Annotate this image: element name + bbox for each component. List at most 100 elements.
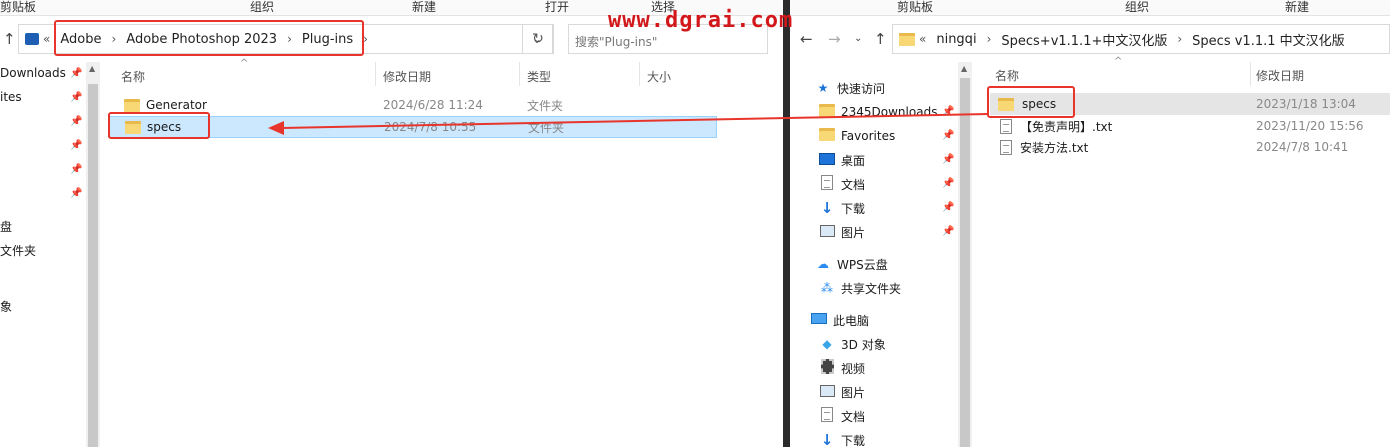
cube-icon: ◆ — [822, 337, 832, 351]
nav-quick-access[interactable]: ★ 快速访问 — [814, 77, 885, 99]
pin-icon[interactable]: 📌 — [942, 154, 954, 165]
annotation-box-address — [54, 20, 364, 56]
scroll-up-icon[interactable]: ▲ — [961, 64, 967, 73]
ribbon-new[interactable]: 新建 — [1285, 0, 1309, 14]
overflow-icon[interactable]: « — [915, 32, 930, 46]
col-size[interactable]: 大小 — [647, 68, 671, 85]
document-icon — [821, 175, 833, 190]
file-name: 安装方法.txt — [1020, 140, 1089, 155]
file-type: 文件夹 — [528, 120, 565, 135]
pin-icon[interactable]: 📌 — [942, 178, 954, 189]
col-name[interactable]: 名称 — [995, 67, 1019, 84]
document-icon — [821, 407, 833, 422]
nav-item-shared[interactable]: 文件夹 — [0, 242, 36, 259]
ribbon-new[interactable]: 新建 — [412, 0, 436, 14]
nav-pc-documents[interactable]: 文档 — [818, 405, 865, 427]
crumb-specs-package[interactable]: Specs+v1.1.1+中文汉化版 — [995, 30, 1173, 49]
ribbon-organize[interactable]: 组织 — [1125, 0, 1149, 14]
chevron-right-icon[interactable]: › — [1173, 32, 1186, 46]
ribbon-clipboard[interactable]: 剪贴板 — [897, 0, 933, 14]
list-item[interactable]: 【免责声明】.txt 2023/11/20 15:56 — [990, 115, 1390, 137]
scrollbar-thumb[interactable] — [88, 84, 98, 447]
pin-icon[interactable]: 📌 — [70, 92, 82, 103]
ribbon-open[interactable]: 打开 — [545, 0, 569, 14]
col-name[interactable]: 名称 — [121, 68, 145, 85]
nav-item-favorites[interactable]: Favorites — [818, 125, 895, 147]
chevron-right-icon[interactable]: › — [983, 32, 996, 46]
nav-item-desktop[interactable]: 桌面 — [818, 149, 865, 171]
file-type: 文件夹 — [527, 98, 564, 113]
history-chevron-icon[interactable]: ⌄ — [854, 33, 862, 44]
nav-this-pc[interactable]: 此电脑 — [810, 309, 869, 331]
pin-icon[interactable]: 📌 — [70, 188, 82, 199]
folder-icon — [899, 32, 915, 46]
scroll-up-icon[interactable]: ▲ — [89, 64, 95, 73]
nav-item-cloud[interactable]: 盘 — [0, 218, 12, 235]
pin-icon[interactable]: 📌 — [70, 68, 82, 79]
pin-icon[interactable]: 📌 — [942, 226, 954, 237]
download-icon: ↓ — [820, 199, 834, 217]
cloud-icon: ☁ — [817, 257, 829, 271]
ribbon-organize[interactable]: 组织 — [250, 0, 274, 14]
file-date: 2024/6/28 11:24 — [383, 98, 483, 112]
back-arrow-icon[interactable]: ← — [800, 30, 813, 48]
col-type[interactable]: 类型 — [527, 68, 551, 85]
nav-item-downloads[interactable]: ↓ 下载 — [818, 197, 865, 219]
nav-item-pictures[interactable]: 图片 — [818, 221, 865, 243]
text-file-icon — [1000, 118, 1012, 134]
nav-scrollbar[interactable]: ▲ — [86, 62, 100, 447]
scrollbar-thumb[interactable] — [960, 78, 970, 447]
nav-videos[interactable]: 视频 — [818, 357, 865, 379]
nav-pc-pictures[interactable]: 图片 — [818, 381, 865, 403]
file-date: 2023/11/20 15:56 — [1256, 119, 1364, 133]
sort-caret-icon: ^ — [240, 58, 249, 69]
pin-icon[interactable]: 📌 — [70, 164, 82, 175]
up-arrow-icon[interactable]: ↑ — [3, 30, 16, 48]
pin-icon[interactable]: 📌 — [70, 116, 82, 127]
up-arrow-icon[interactable]: ↑ — [874, 30, 887, 48]
ribbon-clipboard[interactable]: 剪贴板 — [0, 0, 36, 14]
nav-item-favorites[interactable]: ites — [0, 90, 22, 104]
file-date: 2024/7/8 10:41 — [1256, 140, 1349, 154]
address-bar[interactable]: « ningqi › Specs+v1.1.1+中文汉化版 › Specs v1… — [892, 24, 1390, 54]
file-name: 【免责声明】.txt — [1020, 119, 1113, 134]
col-date[interactable]: 修改日期 — [383, 68, 431, 85]
nav-shared-folder[interactable]: ⁂ 共享文件夹 — [818, 277, 901, 299]
desktop-icon — [819, 152, 835, 165]
address-row: ← → ⌄ ↑ « ningqi › Specs+v1.1.1+中文汉化版 › … — [790, 20, 1390, 58]
nav-pc-downloads[interactable]: ↓ 下载 — [818, 429, 865, 447]
pin-icon[interactable]: 📌 — [942, 106, 954, 117]
location-icon — [25, 33, 39, 45]
right-explorer-window: 剪贴板 组织 新建 ← → ⌄ ↑ « ningqi › Specs+v1.1.… — [790, 0, 1390, 447]
nav-item-2345downloads[interactable]: 2345Downloads — [818, 101, 937, 123]
forward-arrow-icon[interactable]: → — [828, 30, 841, 48]
file-date: 2023/1/18 13:04 — [1256, 97, 1356, 111]
folder-icon — [819, 128, 835, 141]
nav-scrollbar[interactable]: ▲ — [958, 62, 972, 447]
nav-item-objects[interactable]: 象 — [0, 298, 12, 315]
col-date[interactable]: 修改日期 — [1256, 67, 1304, 84]
pin-icon[interactable]: 📌 — [70, 140, 82, 151]
pin-icon[interactable]: 📌 — [942, 202, 954, 213]
nav-item-documents[interactable]: 文档 — [818, 173, 865, 195]
window-divider — [783, 0, 790, 447]
left-explorer-window: 剪贴板 组织 新建 打开 选择 ↑ « Adobe › Adobe Photos… — [0, 0, 783, 447]
picture-icon — [819, 224, 835, 237]
folder-icon — [124, 98, 140, 112]
ribbon-bar: 剪贴板 组织 新建 — [790, 0, 1390, 16]
nav-wps-cloud[interactable]: ☁ WPS云盘 — [814, 253, 888, 275]
list-item[interactable]: 安装方法.txt 2024/7/8 10:41 — [990, 136, 1390, 158]
picture-icon — [819, 384, 835, 397]
folder-icon — [819, 104, 835, 117]
annotation-box-target — [108, 112, 210, 139]
pin-icon[interactable]: 📌 — [942, 130, 954, 141]
overflow-icon[interactable]: « — [39, 32, 54, 46]
refresh-icon[interactable]: ↻ — [522, 24, 554, 54]
share-icon: ⁂ — [821, 281, 833, 295]
download-icon: ↓ — [820, 431, 834, 447]
nav-item-downloads[interactable]: Downloads — [0, 66, 66, 80]
nav-3d-objects[interactable]: ◆ 3D 对象 — [818, 333, 885, 355]
crumb-ningqi[interactable]: ningqi — [930, 32, 982, 47]
crumb-specs-folder[interactable]: Specs v1.1.1 中文汉化版 — [1186, 30, 1350, 49]
list-item[interactable]: Generator 2024/6/28 11:24 文件夹 — [121, 94, 716, 116]
